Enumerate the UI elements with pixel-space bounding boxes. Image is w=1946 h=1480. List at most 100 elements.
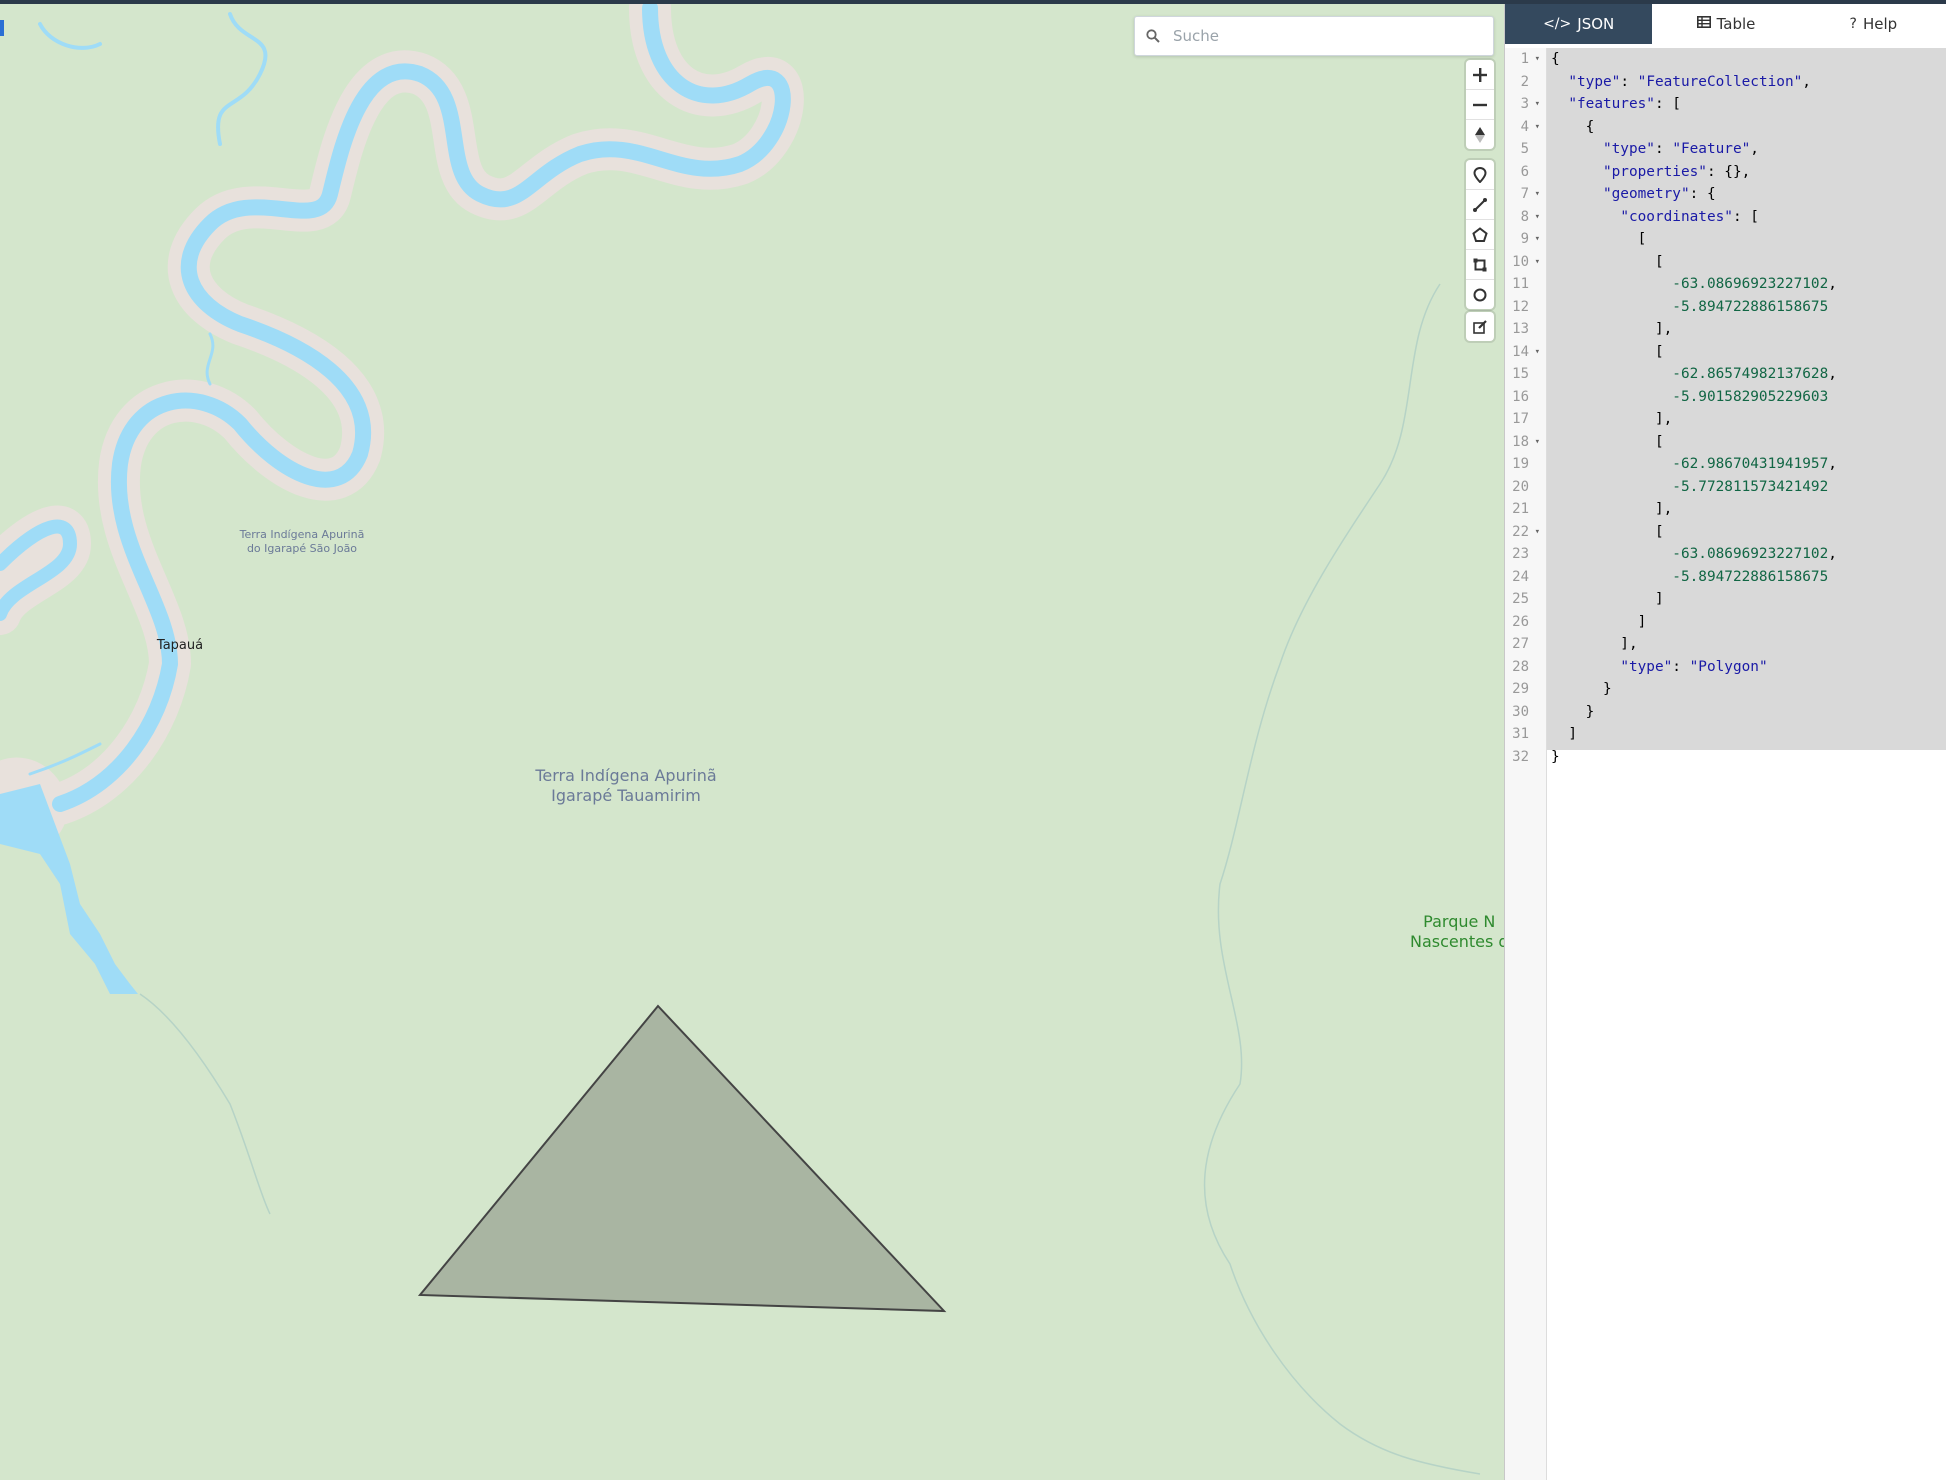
line-number: 11 xyxy=(1505,273,1546,296)
code-line[interactable]: ], xyxy=(1547,498,1946,521)
editor-code[interactable]: { "type": "FeatureCollection", "features… xyxy=(1547,48,1946,1480)
draw-circle-button[interactable] xyxy=(1466,280,1494,309)
tab-table[interactable]: Table xyxy=(1652,4,1800,44)
code-line[interactable]: "coordinates": [ xyxy=(1547,206,1946,229)
line-number: 14 ▾ xyxy=(1505,341,1546,364)
json-punct: , xyxy=(1828,546,1837,562)
drawn-polygon xyxy=(417,1004,947,1313)
fold-arrow-icon xyxy=(1531,678,1540,701)
code-line[interactable]: [ xyxy=(1547,431,1946,454)
line-number: 19 xyxy=(1505,453,1546,476)
code-line[interactable]: ], xyxy=(1547,633,1946,656)
fold-arrow-icon[interactable]: ▾ xyxy=(1531,93,1540,116)
draw-line-button[interactable] xyxy=(1466,190,1494,220)
json-number: -62.86574982137628 xyxy=(1672,366,1829,382)
code-line[interactable]: { xyxy=(1547,116,1946,139)
code-line[interactable]: ], xyxy=(1547,318,1946,341)
code-line[interactable]: [ xyxy=(1547,521,1946,544)
line-number-text: 22 xyxy=(1512,523,1529,540)
fold-arrow-icon xyxy=(1531,138,1540,161)
code-line[interactable]: } xyxy=(1547,678,1946,701)
tab-json[interactable]: </> JSON xyxy=(1505,4,1653,44)
tab-label: Table xyxy=(1716,15,1756,33)
fold-arrow-icon[interactable]: ▾ xyxy=(1531,48,1540,71)
code-line[interactable]: [ xyxy=(1547,228,1946,251)
code-line[interactable]: -5.894722886158675 xyxy=(1547,566,1946,589)
code-line[interactable]: -62.86574982137628, xyxy=(1547,363,1946,386)
line-number: 23 xyxy=(1505,543,1546,566)
line-number-text: 14 xyxy=(1512,343,1529,360)
fold-arrow-icon xyxy=(1531,296,1540,319)
code-line[interactable]: ], xyxy=(1547,408,1946,431)
code-line[interactable]: -5.901582905229603 xyxy=(1547,386,1946,409)
fold-arrow-icon[interactable]: ▾ xyxy=(1531,251,1540,274)
code-line[interactable]: "properties": {}, xyxy=(1547,161,1946,184)
code-line[interactable]: "type": "Feature", xyxy=(1547,138,1946,161)
fold-arrow-icon[interactable]: ▾ xyxy=(1531,228,1540,251)
code-line[interactable]: { xyxy=(1547,48,1946,71)
code-line[interactable]: } xyxy=(1547,701,1946,724)
left-edge-marker xyxy=(0,20,4,36)
line-number-text: 28 xyxy=(1512,658,1529,675)
code-line[interactable]: -63.08696923227102, xyxy=(1547,543,1946,566)
search-box[interactable] xyxy=(1134,16,1494,56)
draw-point-button[interactable] xyxy=(1466,160,1494,190)
map-label-line: do Igarapé São João xyxy=(246,541,358,555)
json-key: "coordinates" xyxy=(1620,208,1733,225)
fold-arrow-icon xyxy=(1531,723,1540,746)
map-view[interactable]: Terra Indígena Apurinã do Igarapé São Jo… xyxy=(0,4,1504,1480)
line-number-text: 32 xyxy=(1512,748,1529,765)
top-bar xyxy=(0,0,1946,4)
code-line[interactable]: ] xyxy=(1547,611,1946,634)
draw-polygon-button[interactable] xyxy=(1466,220,1494,250)
tab-help[interactable]: ? Help xyxy=(1799,4,1946,44)
json-number: -63.08696923227102 xyxy=(1672,546,1829,562)
json-punct xyxy=(1551,659,1620,675)
fold-arrow-icon[interactable]: ▾ xyxy=(1531,206,1540,229)
line-number: 27 xyxy=(1505,633,1546,656)
code-line[interactable]: "type": "FeatureCollection", xyxy=(1547,71,1946,94)
line-number: 26 xyxy=(1505,611,1546,634)
draw-rectangle-button[interactable] xyxy=(1466,250,1494,280)
json-punct xyxy=(1681,659,1690,675)
search-input[interactable] xyxy=(1171,18,1493,54)
fold-arrow-icon xyxy=(1531,633,1540,656)
fold-arrow-icon xyxy=(1531,566,1540,589)
zoom-out-button[interactable] xyxy=(1466,90,1494,120)
json-punct: [ xyxy=(1551,523,1664,540)
fold-arrow-icon[interactable]: ▾ xyxy=(1531,116,1540,139)
json-punct: : xyxy=(1706,163,1716,180)
line-number: 16 xyxy=(1505,386,1546,409)
json-punct: : xyxy=(1654,96,1664,112)
edit-features-button[interactable] xyxy=(1466,312,1494,341)
line-number-text: 18 xyxy=(1512,433,1529,450)
code-line[interactable]: -5.894722886158675 xyxy=(1547,296,1946,319)
line-number: 17 xyxy=(1505,408,1546,431)
code-line[interactable]: "features": [ xyxy=(1547,93,1946,116)
code-line[interactable]: "geometry": { xyxy=(1547,183,1946,206)
code-icon: </> xyxy=(1543,16,1572,32)
zoom-in-button[interactable] xyxy=(1466,60,1494,90)
fold-arrow-icon[interactable]: ▾ xyxy=(1531,341,1540,364)
json-punct xyxy=(1551,96,1568,112)
line-number-text: 3 xyxy=(1520,96,1529,112)
reset-north-button[interactable] xyxy=(1466,120,1494,149)
line-number: 12 xyxy=(1505,296,1546,319)
code-line[interactable]: -5.772811573421492 xyxy=(1547,476,1946,499)
code-line[interactable]: -62.98670431941957, xyxy=(1547,453,1946,476)
fold-arrow-icon[interactable]: ▾ xyxy=(1531,431,1540,454)
line-number: 15 xyxy=(1505,363,1546,386)
circle-icon xyxy=(1473,288,1487,301)
code-line[interactable]: [ xyxy=(1547,341,1946,364)
code-line[interactable]: "type": "Polygon" xyxy=(1547,656,1946,679)
json-editor[interactable]: 1 ▾ 2 3 ▾ 4 ▾ 5 6 7 ▾ 8 ▾ 9 ▾ 10 ▾ 11 12 13 14 ▾ 15 16 17 18 ▾ 19 20… xyxy=(1505,48,1946,1480)
code-line[interactable]: ] xyxy=(1547,723,1946,746)
json-punct: , xyxy=(1750,141,1759,157)
code-line[interactable]: ] xyxy=(1547,588,1946,611)
fold-arrow-icon[interactable]: ▾ xyxy=(1531,521,1540,544)
code-line[interactable]: [ xyxy=(1547,251,1946,274)
code-line[interactable]: -63.08696923227102, xyxy=(1547,273,1946,296)
fold-arrow-icon[interactable]: ▾ xyxy=(1531,183,1540,206)
code-line[interactable]: } xyxy=(1547,746,1946,769)
json-punct: : xyxy=(1620,73,1629,90)
